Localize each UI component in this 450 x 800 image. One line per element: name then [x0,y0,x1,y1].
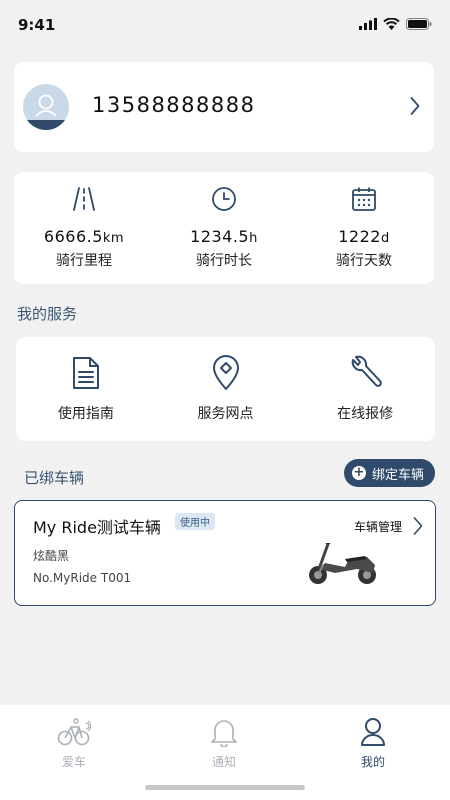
service-label: 使用指南 [57,406,114,422]
tab-notifications[interactable]: 通知 [179,717,269,770]
calendar-icon [352,187,376,211]
services-card: 使用指南 服务网点 在线报修 [16,337,435,441]
service-label: 在线报修 [337,406,394,422]
document-icon [72,357,99,389]
stat-number: 1222 [338,227,381,246]
stats-card: 6666.5km 骑行里程 1234.5h 骑行时长 1222d 骑行天数 [14,172,434,284]
stat-unit: km [102,231,125,246]
status-time: 9:41 [18,16,56,34]
tab-label: 我的 [360,755,385,769]
stat-number: 6666.5 [43,227,103,246]
profile-card[interactable]: 13588888888 [14,62,434,152]
service-label: 服务网点 [197,406,254,422]
chevron-right-icon[interactable] [413,516,423,536]
avatar[interactable] [23,84,69,130]
service-guide[interactable]: 使用指南 [16,337,156,441]
stat-unit: d [380,231,390,246]
clock-icon [212,187,236,211]
service-repair[interactable]: 在线报修 [295,337,435,441]
stat-value: 1222d [294,227,434,246]
tab-mine[interactable]: 我的 [328,717,418,770]
wifi-icon [383,18,400,30]
bicycle-icon [57,718,92,746]
home-indicator [145,785,305,790]
chevron-right-icon[interactable] [410,96,420,116]
stat-number: 1234.5 [190,227,250,246]
vehicles-section-title: 已绑车辆 [24,469,85,487]
stat-label: 骑行时长 [196,253,252,269]
signal-icon [359,18,377,30]
status-bar: 9:41 [0,0,450,50]
bind-vehicle-button[interactable]: + 绑定车辆 [343,459,435,487]
tab-label: 通知 [211,755,236,769]
stat-label: 骑行里程 [56,253,112,269]
bell-icon [211,720,237,748]
status-icons [359,18,432,30]
stat-value: 6666.5km [14,227,154,246]
stat-unit: h [249,231,258,246]
service-outlets[interactable]: 服务网点 [156,337,296,441]
vehicle-number: No.MyRide T001 [33,571,132,585]
avatar-user-icon [23,94,69,130]
vehicle-manage-link[interactable]: 车辆管理 [354,518,402,535]
phone-number: 13588888888 [92,93,256,117]
location-icon [212,355,239,390]
status-badge: 使用中 [175,513,215,530]
vehicle-card[interactable]: My Ride测试车辆 使用中 炫酷黑 No.MyRide T001 车辆管理 [14,500,436,606]
road-icon [73,187,95,211]
stat-distance: 6666.5km 骑行里程 [14,172,154,284]
scooter-image [309,543,376,584]
vehicle-name: My Ride测试车辆 [33,518,161,537]
services-section-title: 我的服务 [17,305,78,323]
tab-car[interactable]: 爱车 [29,717,119,770]
stat-value: 1234.5h [154,227,294,246]
plus-icon: + [351,465,366,480]
user-icon [361,718,385,746]
tab-label: 爱车 [61,755,86,769]
wrench-icon [351,355,382,387]
bind-vehicle-label: 绑定车辆 [371,467,424,483]
battery-icon [406,18,432,30]
vehicle-color: 炫酷黑 [33,549,70,563]
stat-label: 骑行天数 [336,253,392,269]
stat-duration: 1234.5h 骑行时长 [154,172,294,284]
stat-days: 1222d 骑行天数 [294,172,434,284]
